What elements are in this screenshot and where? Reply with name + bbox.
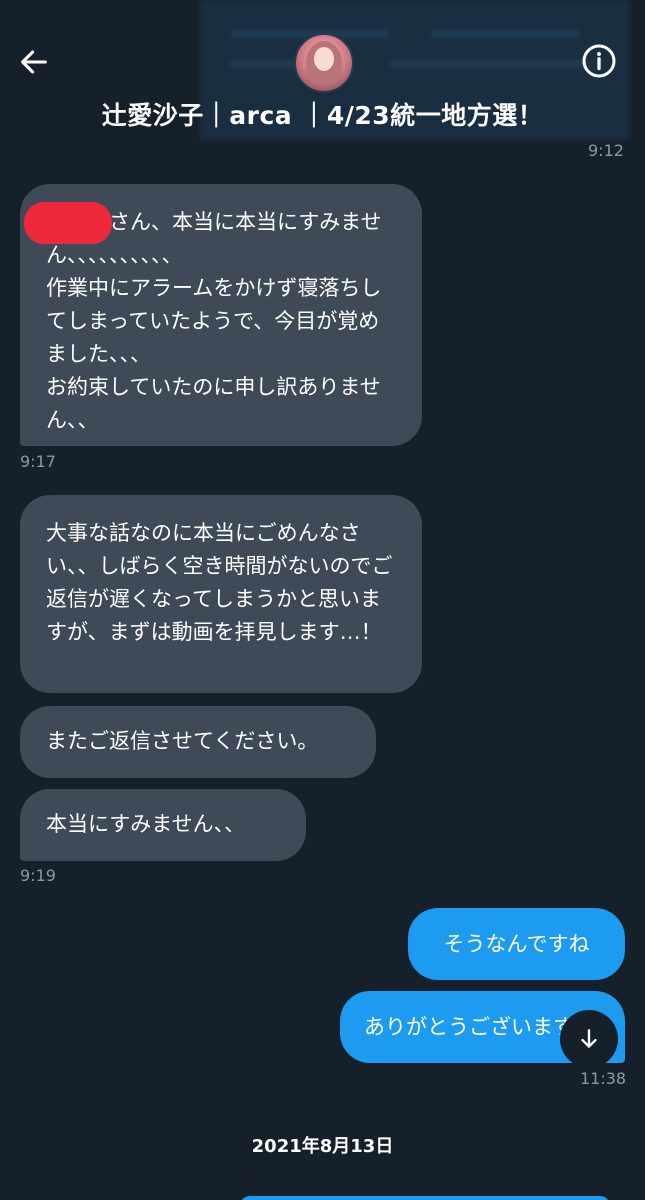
dm-conversation-screen: 辻愛沙子｜arca ｜4/23統一地方選！ 9:12 さん、本当に本当にすみませ… xyxy=(0,0,645,1200)
timestamp: 9:19 xyxy=(20,866,56,885)
info-circle-icon xyxy=(582,44,616,78)
outgoing-message-bubble-partial[interactable] xyxy=(240,1196,610,1200)
arrow-down-icon xyxy=(581,1029,597,1048)
outgoing-message-bubble[interactable]: そうなんですね xyxy=(408,908,625,980)
date-divider: 2021年8月13日 xyxy=(251,1136,394,1157)
incoming-message-bubble[interactable]: 大事な話なのに本当にごめんなさい、、しばらく空き時間がないのでご返信が遅くなって… xyxy=(20,495,422,693)
timestamp: 11:38 xyxy=(580,1069,627,1088)
arrow-left-icon xyxy=(21,50,47,74)
conversation-header: 辻愛沙子｜arca ｜4/23統一地方選！ xyxy=(0,0,645,160)
timestamp: 9:12 xyxy=(588,141,624,160)
avatar[interactable] xyxy=(294,33,354,93)
back-button[interactable] xyxy=(14,42,54,82)
info-button[interactable] xyxy=(579,41,619,81)
scroll-to-bottom-button[interactable] xyxy=(560,1010,618,1068)
timestamp: 9:17 xyxy=(20,452,56,471)
conversation-title[interactable]: 辻愛沙子｜arca ｜4/23統一地方選！ xyxy=(0,96,645,132)
incoming-message-bubble[interactable]: またご返信させてください。 xyxy=(20,706,376,778)
redaction-mark xyxy=(24,202,112,244)
incoming-message-bubble[interactable]: 本当にすみません、、 xyxy=(20,789,306,861)
